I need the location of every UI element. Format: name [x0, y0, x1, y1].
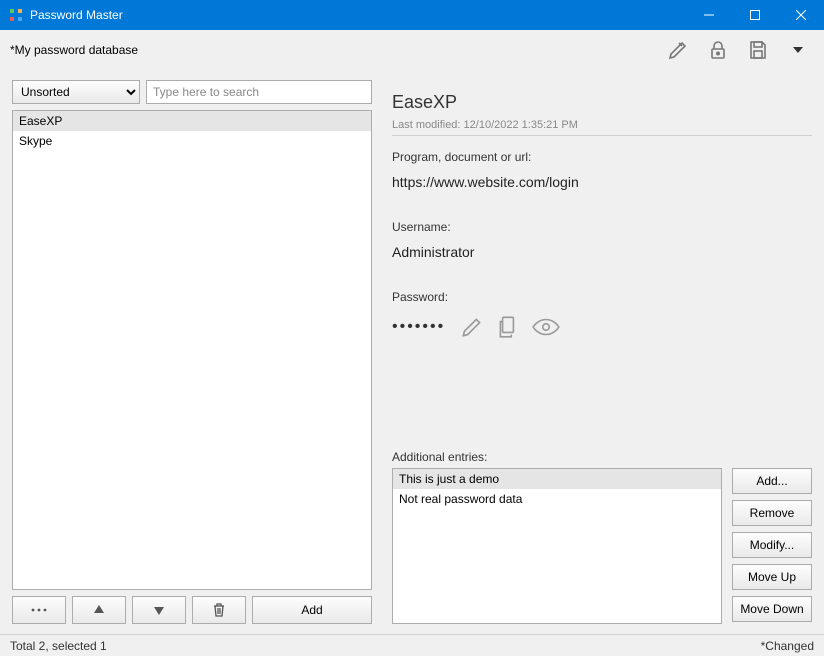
- toolbar: *My password database: [0, 30, 824, 70]
- additional-label: Additional entries:: [392, 450, 812, 464]
- add-entry-button[interactable]: Add: [252, 596, 372, 624]
- additional-add-button[interactable]: Add...: [732, 468, 812, 494]
- edit-password-icon[interactable]: [459, 314, 485, 340]
- window-maximize-button[interactable]: [732, 0, 778, 30]
- left-pane: Unsorted EaseXPSkype Add: [12, 80, 372, 624]
- search-input[interactable]: [146, 80, 372, 104]
- password-label: Password:: [392, 290, 812, 304]
- additional-remove-button[interactable]: Remove: [732, 500, 812, 526]
- additional-modify-button[interactable]: Modify...: [732, 532, 812, 558]
- url-value: https://www.website.com/login: [392, 174, 812, 190]
- sort-select[interactable]: Unsorted: [12, 80, 140, 104]
- last-modified: Last modified: 12/10/2022 1:35:21 PM: [392, 119, 812, 131]
- additional-list[interactable]: This is just a demoNot real password dat…: [392, 468, 722, 624]
- move-down-button[interactable]: [132, 596, 186, 624]
- copy-password-icon[interactable]: [495, 314, 521, 340]
- database-name: *My password database: [10, 43, 138, 57]
- username-label: Username:: [392, 220, 812, 234]
- statusbar: Total 2, selected 1 *Changed: [0, 634, 824, 656]
- list-item[interactable]: EaseXP: [13, 111, 371, 131]
- url-label: Program, document or url:: [392, 150, 812, 164]
- list-item[interactable]: This is just a demo: [393, 469, 721, 489]
- username-value: Administrator: [392, 244, 812, 260]
- additional-moveup-button[interactable]: Move Up: [732, 564, 812, 590]
- window-minimize-button[interactable]: [686, 0, 732, 30]
- show-password-icon[interactable]: [531, 314, 561, 340]
- list-item[interactable]: Skype: [13, 131, 371, 151]
- list-item[interactable]: Not real password data: [393, 489, 721, 509]
- status-right: *Changed: [761, 639, 814, 653]
- lock-icon[interactable]: [702, 34, 734, 66]
- entry-list[interactable]: EaseXPSkype: [12, 110, 372, 590]
- app-title: Password Master: [30, 8, 686, 22]
- dropdown-icon[interactable]: [782, 34, 814, 66]
- edit-icon[interactable]: [662, 34, 694, 66]
- titlebar: Password Master: [0, 0, 824, 30]
- more-button[interactable]: [12, 596, 66, 624]
- window-close-button[interactable]: [778, 0, 824, 30]
- delete-button[interactable]: [192, 596, 246, 624]
- additional-movedown-button[interactable]: Move Down: [732, 596, 812, 622]
- detail-pane: EaseXP Last modified: 12/10/2022 1:35:21…: [392, 80, 812, 624]
- save-icon[interactable]: [742, 34, 774, 66]
- status-left: Total 2, selected 1: [10, 639, 107, 653]
- app-icon: [8, 7, 24, 23]
- content-area: Unsorted EaseXPSkype Add EaseXP Last mod…: [0, 70, 824, 634]
- entry-title: EaseXP: [392, 92, 812, 113]
- move-up-button[interactable]: [72, 596, 126, 624]
- password-mask: •••••••: [392, 318, 445, 336]
